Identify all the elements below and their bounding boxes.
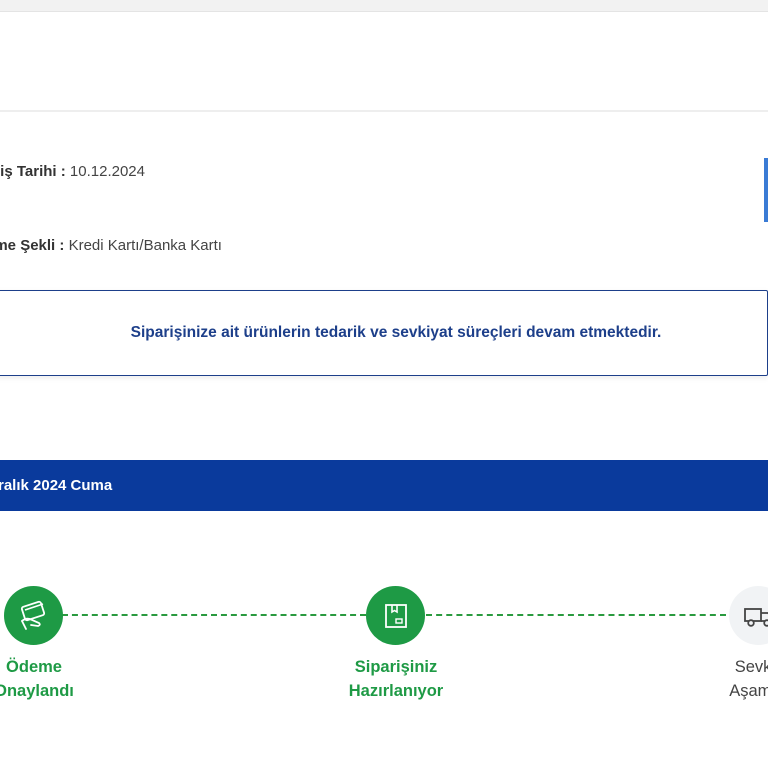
delivery-date-bar: ralık 2024 Cuma xyxy=(0,460,768,511)
payment-method-label: eme Şekli : xyxy=(0,237,65,254)
step-preparing-label: Siparişiniz Hazırlanıyor xyxy=(316,655,476,703)
order-notice-text: Siparişinize ait ürünlerin tedarik ve se… xyxy=(130,324,662,341)
order-date-row: ariş Tarihi : 10.12.2024 xyxy=(0,163,145,180)
step-label-line: Siparişiniz xyxy=(354,658,438,676)
order-date-value: 10.12.2024 xyxy=(69,163,145,180)
top-strip xyxy=(0,0,768,12)
side-accent-bar xyxy=(764,158,768,222)
step-label-line: Onaylandı xyxy=(0,682,74,700)
step-payment-circle xyxy=(4,586,63,645)
payment-method-row: eme Şekli : Kredi Kartı/Banka Kartı xyxy=(0,237,222,254)
step-label-line: Hazırlanıyor xyxy=(348,682,444,700)
step-preparing-circle xyxy=(366,586,425,645)
truck-icon xyxy=(743,607,768,627)
card-hand-icon xyxy=(20,600,45,630)
progress-dash-line xyxy=(62,614,366,616)
step-label-line: Sevkiy xyxy=(734,658,768,676)
step-shipping-circle xyxy=(729,586,768,645)
step-label-line: Ödeme xyxy=(6,658,62,676)
box-icon xyxy=(384,603,407,628)
order-date-label: ariş Tarihi : xyxy=(0,163,66,180)
header-area xyxy=(0,12,768,112)
step-payment-label: Ödeme Onaylandı xyxy=(0,655,114,703)
payment-method-value: Kredi Kartı/Banka Kartı xyxy=(68,237,222,254)
delivery-date-text: ralık 2024 Cuma xyxy=(0,477,113,494)
order-status-tracker: Ödeme Onaylandı Siparişiniz Hazırlanıyor… xyxy=(0,585,768,715)
step-label-line: Aşamas xyxy=(729,682,768,700)
step-shipping-label: Sevkiy Aşamas xyxy=(679,655,768,703)
order-notice-box: Siparişinize ait ürünlerin tedarik ve se… xyxy=(0,290,768,376)
progress-dash-line xyxy=(426,614,726,616)
